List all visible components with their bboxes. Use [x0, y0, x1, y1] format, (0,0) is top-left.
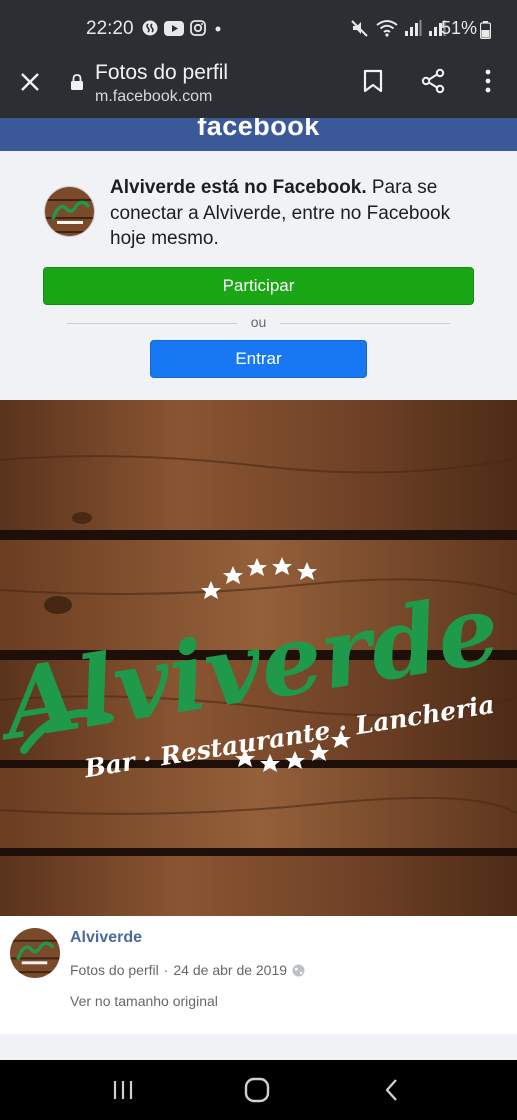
author-avatar[interactable] [10, 928, 60, 978]
battery-icon [480, 21, 491, 39]
author-name[interactable]: Alviverde [70, 929, 142, 947]
photo-details: Alviverde Fotos do perfil · 24 de abr de… [0, 916, 517, 1034]
battery-percent: 51% [441, 18, 478, 38]
youtube-icon [164, 20, 184, 36]
login-prompt-message: Alviverde está no Facebook. Para se cone… [110, 175, 490, 252]
or-label: ou [250, 314, 267, 330]
share-icon[interactable] [420, 68, 446, 94]
more-icon[interactable] [484, 69, 492, 93]
join-button[interactable]: Participar [43, 267, 474, 305]
page-url[interactable]: m.facebook.com [95, 88, 212, 106]
login-prompt: Alviverde está no Facebook. Para se cone… [0, 151, 517, 400]
profile-photo[interactable]: Alviverde Bar · Restaurante · Lancheria [0, 400, 517, 916]
status-bar: 22:20 51% [0, 0, 517, 58]
signal-icon [405, 20, 422, 36]
section-separator [0, 1034, 517, 1060]
lock-icon [71, 74, 83, 90]
shazam-icon [142, 20, 158, 36]
login-prompt-heading: Alviverde está no Facebook. [110, 177, 367, 198]
dot-icon [215, 26, 221, 32]
instagram-icon [190, 20, 206, 36]
page-title: Fotos do perfil [95, 61, 229, 84]
close-icon[interactable] [20, 72, 40, 92]
home-icon[interactable] [244, 1077, 270, 1103]
view-original-link[interactable]: Ver no tamanho original [70, 993, 218, 1009]
login-button[interactable]: Entrar [150, 340, 367, 378]
album-link[interactable]: Fotos do perfil [70, 962, 159, 978]
meta-separator: · [163, 962, 169, 978]
post-meta: Fotos do perfil · 24 de abr de 2019 [70, 962, 305, 978]
navigation-bar [0, 1060, 517, 1120]
back-icon[interactable] [384, 1078, 400, 1102]
status-system-icons [350, 18, 446, 38]
page-avatar[interactable] [44, 186, 95, 237]
recent-apps-icon[interactable] [112, 1079, 134, 1101]
divider-right [280, 323, 450, 324]
wifi-icon [376, 20, 398, 37]
status-time: 22:20 [86, 18, 134, 39]
bookmark-icon[interactable] [363, 69, 383, 93]
browser-toolbar: Fotos do perfil m.facebook.com [0, 58, 517, 118]
post-date[interactable]: 24 de abr de 2019 [173, 962, 287, 978]
facebook-logo[interactable]: facebook [0, 118, 517, 142]
status-notification-icons [142, 20, 224, 36]
facebook-header: facebook [0, 118, 517, 151]
globe-icon [292, 964, 305, 976]
mute-icon [351, 20, 368, 37]
